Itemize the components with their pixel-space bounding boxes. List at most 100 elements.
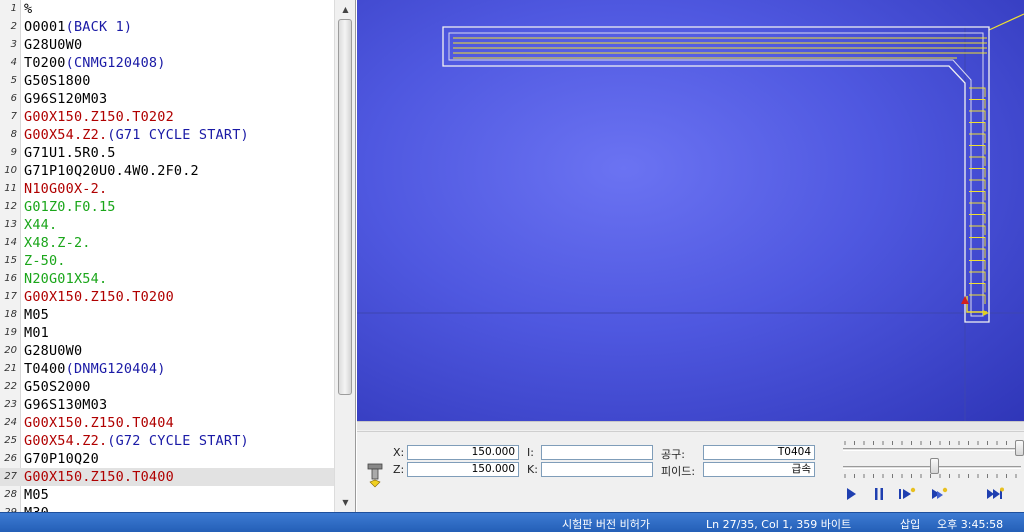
gcode-comment: (DNMG120404) [65,361,166,377]
code-line[interactable]: 27 G00X150.Z150.T0400 [0,468,334,486]
line-text: G00X150.Z150.T0404 [24,414,174,432]
speed-slider-ticks [844,474,1017,478]
line-number: 15 [4,255,17,266]
line-text: G00X54.Z2.(G72 CYCLE START) [24,432,249,450]
gcode-text: G71P10Q20U0.4W0.2F0.2 [24,163,199,179]
line-number: 26 [4,453,17,464]
line-number: 27 [4,471,17,482]
code-line[interactable]: 24 G00X150.Z150.T0404 [0,414,334,432]
gcode-text: M30 [24,505,49,512]
code-line[interactable]: 12 G01Z0.F0.15 [0,198,334,216]
code-line[interactable]: 8 G00X54.Z2.(G71 CYCLE START) [0,126,334,144]
code-line[interactable]: 25 G00X54.Z2.(G72 CYCLE START) [0,432,334,450]
gcode-text: G28U0W0 [24,37,83,53]
line-number: 16 [4,273,17,284]
line-text: G01Z0.F0.15 [24,198,116,216]
step-block-icon[interactable] [929,485,949,503]
line-text: N10G00X-2. [24,180,107,198]
code-line[interactable]: 4 T0200(CNMG120408) [0,54,334,72]
gcode-text: M05 [24,307,49,323]
code-line[interactable]: 14 X48.Z-2. [0,234,334,252]
line-text: M05 [24,486,49,504]
fast-forward-icon[interactable] [985,485,1005,503]
gcode-comment: (G72 CYCLE START) [107,433,249,449]
i-value-field [541,445,653,460]
line-text: G96S120M03 [24,90,107,108]
line-number: 5 [10,75,17,86]
panel-divider [357,431,1024,432]
toolpath-viewport[interactable] [357,0,1024,421]
line-number: 23 [4,399,17,410]
editor-vertical-scrollbar[interactable]: ▲ ▼ [334,0,355,512]
code-line[interactable]: 19 M01 [0,324,334,342]
code-line[interactable]: 23 G96S130M03 [0,396,334,414]
code-line[interactable]: 2 O0001(BACK 1) [0,18,334,36]
progress-slider-ticks [844,441,1017,445]
gcode-text: M01 [24,325,49,341]
code-line[interactable]: 20 G28U0W0 [0,342,334,360]
line-text: % [24,0,32,18]
scroll-down-icon[interactable]: ▼ [337,494,354,511]
code-line[interactable]: 15 Z-50. [0,252,334,270]
gcode-text: G50S1800 [24,73,91,89]
line-text: G96S130M03 [24,396,107,414]
code-lines[interactable]: 1% 2 O0001(BACK 1) 3 G28U0W0 4 T0200(CNMG12040… [0,0,334,512]
code-line[interactable]: 11 N10G00X-2. [0,180,334,198]
progress-slider-thumb[interactable] [1015,440,1024,456]
play-icon[interactable] [841,485,861,503]
code-line[interactable]: 1% [0,0,334,18]
code-line[interactable]: 16 N20G01X54. [0,270,334,288]
line-text: T0400(DNMG120404) [24,360,166,378]
gcode-text: N10G00X-2. [24,181,108,197]
gcode-text: T0200 [24,55,66,71]
line-text: M30 [24,504,49,512]
feed-label: 피이드: [661,465,696,478]
gcode-text: X48.Z-2. [24,235,91,251]
gcode-text: X44. [24,217,58,233]
line-text: N20G01X54. [24,270,107,288]
gcode-comment: (CNMG120408) [65,55,166,71]
gcode-text: G50S2000 [24,379,91,395]
line-number: 20 [4,345,17,356]
code-line[interactable]: 28 M05 [0,486,334,504]
step-forward-icon[interactable] [897,485,917,503]
gcode-text: N20G01X54. [24,271,108,287]
code-line[interactable]: 17 G00X150.Z150.T0200 [0,288,334,306]
line-text: G28U0W0 [24,36,82,54]
gcode-text: G01Z0.F0.15 [24,199,116,215]
speed-slider-thumb[interactable] [930,458,939,474]
code-line[interactable]: 6 G96S120M03 [0,90,334,108]
clock-text: 오후 3:45:58 [937,518,1004,531]
viewport-horizontal-scrollbar[interactable] [357,422,1024,430]
gcode-text: G00X150.Z150.T0400 [24,469,174,485]
code-line[interactable]: 29 M30 [0,504,334,512]
scroll-up-icon[interactable]: ▲ [337,1,354,18]
line-number: 17 [4,291,17,302]
scrollbar-thumb[interactable] [338,19,352,395]
code-line[interactable]: 18 M05 [0,306,334,324]
line-text: O0001(BACK 1) [24,18,132,36]
gcode-text: M05 [24,487,49,503]
code-line[interactable]: 3 G28U0W0 [0,36,334,54]
code-line[interactable]: 5 G50S1800 [0,72,334,90]
code-line[interactable]: 13 X44. [0,216,334,234]
line-number: 18 [4,309,17,320]
code-line[interactable]: 7 G00X150.Z150.T0202 [0,108,334,126]
code-line[interactable]: 26 G70P10Q20 [0,450,334,468]
gcode-text: G70P10Q20 [24,451,99,467]
gcode-text: G00X150.Z150.T0404 [24,415,174,431]
code-line[interactable]: 21 T0400(DNMG120404) [0,360,334,378]
code-editor[interactable]: 1% 2 O0001(BACK 1) 3 G28U0W0 4 T0200(CNMG12040… [0,0,356,512]
pause-icon[interactable] [869,485,889,503]
line-number: 9 [10,147,17,158]
line-text: G71U1.5R0.5 [24,144,116,162]
code-line[interactable]: 22 G50S2000 [0,378,334,396]
line-text: Z-50. [24,252,66,270]
tool-label: 공구: [661,448,685,461]
code-line[interactable]: 10 G71P10Q20U0.4W0.2F0.2 [0,162,334,180]
line-number: 7 [10,111,17,122]
line-number: 1 [10,3,17,14]
line-text: G28U0W0 [24,342,82,360]
code-line[interactable]: 9 G71U1.5R0.5 [0,144,334,162]
gcode-text: G28U0W0 [24,343,83,359]
